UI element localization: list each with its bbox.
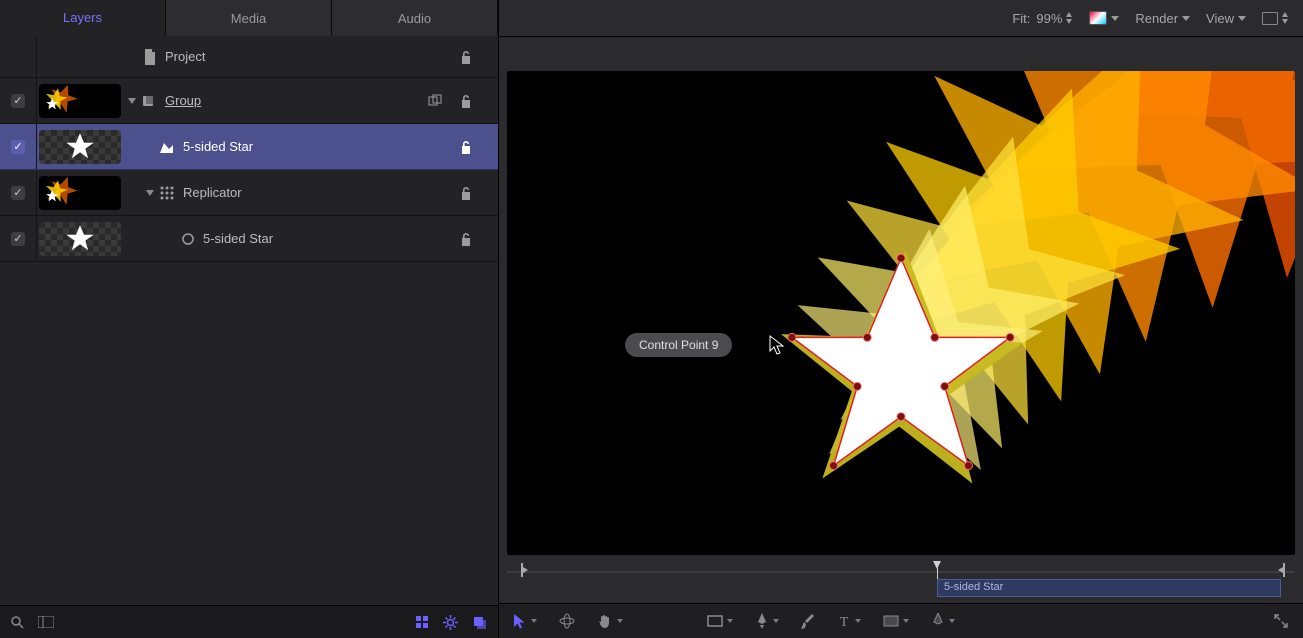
inspector-panel: Layers Media Audio Project (0, 0, 499, 638)
stepper-icon (1282, 12, 1289, 24)
timeline-clip[interactable]: 5-sided Star (937, 579, 1281, 597)
render-label: Render (1135, 11, 1178, 26)
channels-menu[interactable] (1089, 11, 1119, 25)
fit-value: 99% (1036, 11, 1062, 26)
chevron-down-icon (1182, 16, 1190, 21)
select-tool[interactable] (513, 613, 537, 629)
layer-thumbnail (39, 130, 121, 164)
timeline-track (507, 571, 1295, 573)
tooltip-text: Control Point 9 (639, 338, 718, 352)
visibility-toggle[interactable]: ✓ (0, 78, 37, 123)
tab-layers[interactable]: Layers (0, 0, 166, 36)
search-icon[interactable] (10, 615, 24, 629)
tab-media-label: Media (231, 11, 266, 26)
lock-icon[interactable] (460, 50, 472, 64)
lock-icon[interactable] (460, 94, 472, 108)
stepper-icon (1066, 12, 1073, 24)
in-marker-icon[interactable] (519, 563, 529, 577)
project-label: Project (165, 49, 205, 64)
layer-list: Project ✓ (0, 36, 498, 605)
visibility-cell (0, 36, 37, 77)
gear-icon[interactable] (443, 615, 458, 630)
canvas[interactable]: Control Point 9 (507, 71, 1295, 555)
lock-icon[interactable] (460, 140, 472, 154)
layer-thumbnail (39, 176, 121, 210)
chevron-down-icon (617, 619, 623, 623)
viewport[interactable]: Control Point 9 (507, 71, 1295, 555)
render-menu[interactable]: Render (1135, 11, 1190, 26)
fit-label: Fit: (1012, 11, 1030, 26)
chevron-down-icon (773, 619, 779, 623)
chevron-down-icon (949, 619, 955, 623)
3d-transform-tool[interactable] (559, 613, 575, 629)
canvas-bottom-toolbar: T (499, 603, 1303, 638)
left-bottom-toolbar (0, 605, 498, 638)
chevron-down-icon (1238, 16, 1246, 21)
chevron-down-icon (531, 619, 537, 623)
pen-tool[interactable] (755, 613, 779, 629)
bezier-mask-tool[interactable] (931, 613, 955, 629)
tab-media[interactable]: Media (166, 0, 332, 36)
layer-name-group: Group (165, 93, 201, 108)
svg-text:T: T (840, 615, 849, 628)
stack-icon[interactable] (472, 615, 488, 629)
project-icon (143, 49, 157, 65)
replicator-icon (159, 185, 175, 201)
layer-row-project[interactable]: Project (0, 36, 498, 78)
control-point-tooltip: Control Point 9 (625, 333, 732, 357)
visibility-toggle[interactable]: ✓ (0, 124, 37, 169)
layer-name-star-source: 5-sided Star (203, 231, 273, 246)
pan-tool[interactable] (597, 613, 623, 629)
brush-tool[interactable] (801, 613, 815, 629)
group-icon (141, 94, 157, 108)
layer-row-star-source[interactable]: ✓ 5-sided Star (0, 216, 498, 262)
mini-timeline[interactable]: 5-sided Star (507, 563, 1295, 603)
pass-through-icon[interactable] (428, 94, 442, 108)
lock-icon[interactable] (460, 232, 472, 246)
layer-name-star: 5-sided Star (183, 139, 253, 154)
clip-label: 5-sided Star (944, 581, 1003, 593)
chevron-down-icon (903, 619, 909, 623)
tab-audio-label: Audio (398, 11, 431, 26)
layer-row-star-selected[interactable]: ✓ 5-sided Star (0, 124, 498, 170)
layer-row-replicator[interactable]: ✓ Replicator (0, 170, 498, 216)
view-menu[interactable]: View (1206, 11, 1246, 26)
disclosure-triangle[interactable] (128, 98, 136, 104)
rectangle-tool[interactable] (707, 615, 733, 627)
color-channels-icon (1089, 11, 1107, 25)
text-tool[interactable]: T (837, 614, 861, 628)
tab-audio[interactable]: Audio (332, 0, 498, 36)
expand-icon[interactable] (1273, 613, 1289, 629)
mask-tool[interactable] (883, 615, 909, 627)
aspect-icon (1262, 12, 1278, 25)
out-marker-icon[interactable] (1277, 563, 1287, 577)
view-label: View (1206, 11, 1234, 26)
chevron-down-icon (727, 619, 733, 623)
disclosure-triangle[interactable] (146, 190, 154, 196)
panel-tabs: Layers Media Audio (0, 0, 498, 36)
layer-name-replicator: Replicator (183, 185, 242, 200)
canvas-panel: Fit: 99% Render View (499, 0, 1303, 638)
chevron-down-icon (1111, 16, 1119, 21)
visibility-toggle[interactable]: ✓ (0, 216, 37, 261)
source-icon (181, 232, 195, 246)
layer-thumbnail (39, 222, 121, 256)
fit-menu[interactable]: Fit: 99% (1012, 11, 1073, 26)
shape-icon (159, 140, 175, 154)
lock-icon[interactable] (460, 186, 472, 200)
layer-thumbnail (39, 84, 121, 118)
chevron-down-icon (855, 619, 861, 623)
grid-icon[interactable] (415, 615, 429, 629)
tab-layers-label: Layers (63, 10, 102, 25)
aspect-menu[interactable] (1262, 12, 1289, 25)
visibility-toggle[interactable]: ✓ (0, 170, 37, 215)
panel-layout-icon[interactable] (38, 616, 54, 628)
layer-row-group[interactable]: ✓ Group (0, 78, 498, 124)
canvas-top-toolbar: Fit: 99% Render View (499, 0, 1303, 37)
